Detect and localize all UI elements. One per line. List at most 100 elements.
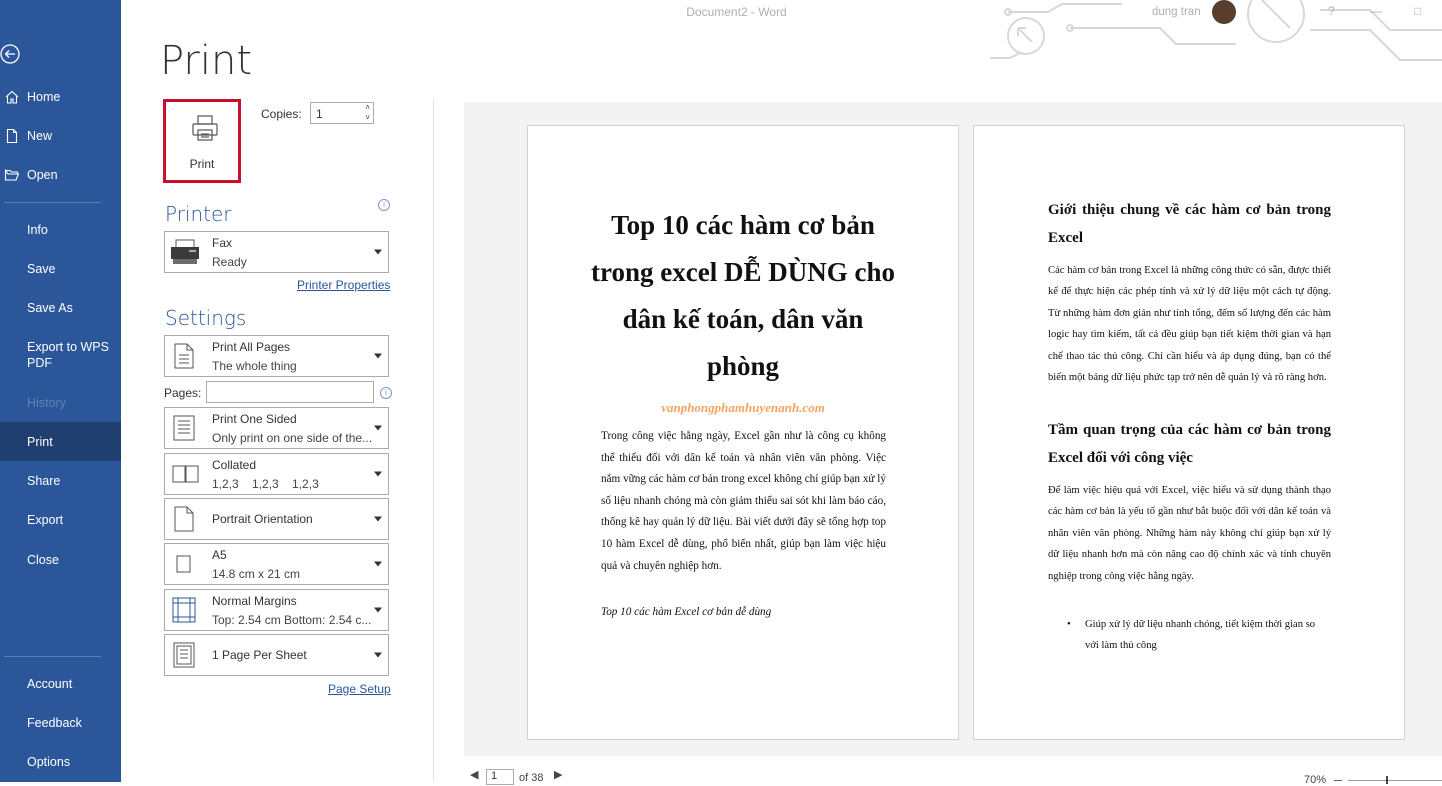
print-button[interactable]: Print [163, 99, 241, 183]
collation-dropdown[interactable]: Collated 1,2,3 1,2,3 1,2,3 [164, 453, 389, 495]
sidebar-item-label: Print [27, 434, 53, 449]
new-doc-icon [4, 128, 20, 144]
sidebar-item-history: History [0, 383, 121, 422]
printer-name: Fax [212, 236, 233, 250]
preview-paragraph: Trong công việc hằng ngày, Excel gần như… [601, 430, 886, 572]
info-icon[interactable]: i [380, 387, 392, 399]
chevron-down-icon [374, 516, 382, 522]
printer-dropdown[interactable]: Fax Ready [164, 231, 389, 273]
sidebar-item-feedback[interactable]: Feedback [0, 703, 121, 742]
paper-size-dropdown[interactable]: A5 14.8 cm x 21 cm [164, 543, 389, 585]
sides-title: Print One Sided [212, 412, 297, 426]
printer-properties-link[interactable]: Printer Properties [297, 278, 390, 292]
page-count: of 38 [519, 772, 544, 784]
pages-per-sheet-title: 1 Page Per Sheet [212, 648, 307, 662]
sidebar-item-open[interactable]: Open [0, 155, 121, 194]
sidebar-item-label: Export [27, 512, 64, 527]
margins-title: Normal Margins [212, 594, 297, 608]
collation-title: Collated [212, 458, 257, 472]
sidebar-item-options[interactable]: Options [0, 742, 121, 781]
zoom-out-icon[interactable] [1334, 780, 1342, 781]
sidebar-item-label: Open [27, 167, 58, 182]
sidebar-item-save-as[interactable]: Save As [0, 288, 121, 327]
sidebar-item-new[interactable]: New [0, 116, 121, 155]
preview-paragraph: Để làm việc hiệu quả với Excel, việc hiể… [1048, 485, 1331, 582]
sidebar-item-label: Info [27, 222, 48, 237]
print-range-sub: The whole thing [212, 359, 297, 373]
sidebar-item-label: History [27, 395, 66, 410]
minimize-button[interactable]: — [1370, 4, 1382, 18]
backstage-sidebar: Home New Open Info Save Save As Export t… [0, 0, 121, 782]
chevron-down-icon [374, 652, 382, 658]
pages-per-sheet-dropdown[interactable]: 1 Page Per Sheet [164, 634, 389, 676]
print-range-dropdown[interactable]: Print All Pages The whole thing [164, 335, 389, 377]
paper-size-title: A5 [212, 548, 227, 562]
print-button-label: Print [189, 157, 215, 171]
pages-input[interactable] [206, 381, 374, 403]
fax-printer-icon [171, 239, 199, 264]
avatar[interactable] [1212, 0, 1236, 24]
sidebar-item-label: Options [27, 754, 71, 769]
preview-paragraph: Các hàm cơ bản trong Excel là những công… [1048, 265, 1331, 384]
help-button[interactable]: ? [1328, 4, 1335, 18]
printer-status: Ready [212, 255, 247, 269]
sidebar-item-label: Home [27, 89, 61, 104]
collation-sub: 1,2,3 1,2,3 1,2,3 [212, 477, 319, 491]
zoom-slider-thumb[interactable] [1386, 776, 1388, 784]
next-page-icon[interactable]: ▶ [554, 768, 562, 781]
sidebar-item-account[interactable]: Account [0, 664, 121, 703]
sidebar-item-label: Feedback [27, 715, 82, 730]
home-icon [4, 89, 20, 105]
printer-icon [192, 115, 218, 141]
margins-dropdown[interactable]: Normal Margins Top: 2.54 cm Bottom: 2.54… [164, 589, 389, 631]
restore-button[interactable]: □ [1414, 4, 1421, 18]
preview-watermark-site: vanphongphamhuyenanh.com [661, 400, 825, 415]
previous-page-icon[interactable]: ◀ [470, 768, 478, 781]
orientation-dropdown[interactable]: Portrait Orientation [164, 498, 389, 540]
chevron-down-icon [374, 561, 382, 567]
paper-size-icon [176, 555, 191, 573]
page-per-sheet-icon [173, 642, 195, 668]
page-number-input[interactable]: 1 [486, 769, 514, 785]
sidebar-item-share[interactable]: Share [0, 461, 121, 500]
chevron-down-icon [374, 249, 382, 255]
sides-dropdown[interactable]: Print One Sided Only print on one side o… [164, 407, 389, 449]
sidebar-item-export[interactable]: Export [0, 500, 121, 539]
pages-label: Pages: [164, 386, 202, 400]
sidebar-item-home[interactable]: Home [0, 77, 121, 116]
orientation-title: Portrait Orientation [212, 512, 313, 526]
preview-bullet: Giúp xử lý dữ liệu nhanh chóng, tiết kiệ… [1085, 619, 1316, 652]
preview-heading: Tầm quan trọng của các hàm cơ bản trong … [1048, 422, 1331, 466]
sidebar-item-label: New [27, 128, 53, 143]
page-setup-link[interactable]: Page Setup [328, 682, 391, 696]
copies-value: 1 [316, 107, 323, 121]
margins-icon [172, 597, 196, 623]
copies-stepper[interactable]: 1 ˄ ˅ [310, 102, 374, 124]
sidebar-item-label: Share [27, 473, 61, 488]
sidebar-item-info[interactable]: Info [0, 210, 121, 249]
sidebar-item-print[interactable]: Print [0, 422, 121, 461]
open-folder-icon [4, 167, 20, 183]
sidebar-divider [4, 656, 101, 657]
paper-size-sub: 14.8 cm x 21 cm [212, 567, 301, 581]
spinner-arrows-icon[interactable]: ˄ ˅ [365, 103, 370, 123]
zoom-slider[interactable] [1348, 780, 1442, 781]
print-range-title: Print All Pages [212, 340, 291, 354]
zoom-level[interactable]: 70% [1304, 774, 1326, 786]
sidebar-item-label: Account [27, 676, 73, 691]
preview-title: Top 10 các hàm cơ bản trong excel DỄ DÙN… [591, 210, 895, 381]
bullet-icon: • [1067, 619, 1071, 630]
back-arrow-icon[interactable] [0, 42, 24, 66]
sidebar-item-close[interactable]: Close [0, 540, 121, 579]
sidebar-item-export-wps-pdf[interactable]: Export to WPS PDF [0, 335, 121, 375]
portrait-icon [174, 506, 194, 532]
info-icon[interactable]: i [378, 199, 390, 211]
sidebar-item-label: Export to WPS PDF [27, 340, 109, 370]
preview-heading: Giới thiệu chung về các hàm cơ bản trong… [1048, 202, 1331, 246]
user-name[interactable]: dung tran [1152, 6, 1201, 18]
one-sided-icon [173, 415, 195, 441]
margins-sub: Top: 2.54 cm Bottom: 2.54 c... [212, 613, 372, 627]
panel-divider [433, 100, 434, 782]
sidebar-item-save[interactable]: Save [0, 249, 121, 288]
settings-heading: Settings [165, 306, 247, 330]
